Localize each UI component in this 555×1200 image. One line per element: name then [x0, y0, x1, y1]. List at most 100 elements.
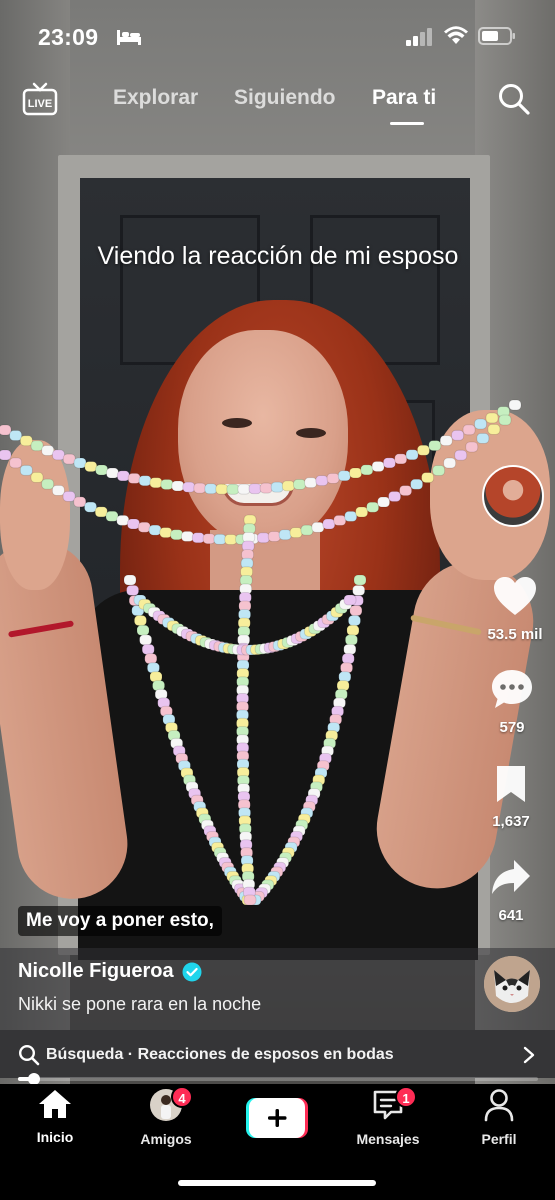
candy-bead	[270, 481, 284, 493]
candy-bead	[322, 518, 336, 530]
candy-bead	[84, 501, 97, 513]
candy-bead	[141, 643, 155, 655]
comment-icon	[492, 670, 532, 708]
search-icon[interactable]	[497, 82, 531, 116]
creator-avatar[interactable]	[482, 465, 544, 527]
save-button[interactable]: 1,637	[471, 764, 551, 830]
candy-bead	[462, 424, 476, 436]
profile-icon	[484, 1089, 514, 1122]
candy-bead	[126, 584, 140, 596]
home-icon	[39, 1090, 71, 1118]
candy-bead	[454, 449, 468, 461]
candy-bead	[148, 524, 162, 536]
clock: 23:09	[38, 24, 99, 50]
candy-bead	[421, 472, 435, 483]
video-subtitle: Me voy a poner esto,	[18, 906, 222, 936]
candy-bead	[127, 473, 141, 484]
nav-mensajes[interactable]: Mensajes 1	[343, 1086, 433, 1147]
candy-bead	[73, 496, 87, 508]
candy-bead	[417, 444, 430, 456]
candy-bead	[213, 533, 227, 545]
comment-count: 579	[499, 719, 525, 736]
tab-explorar[interactable]: Explorar	[113, 86, 198, 110]
wifi-icon	[444, 26, 468, 44]
candy-bead	[0, 424, 12, 436]
candy-bead	[191, 532, 205, 544]
nav-amigos[interactable]: Amigos 4	[121, 1086, 211, 1147]
candy-bead	[300, 524, 314, 536]
candy-bead	[224, 534, 238, 545]
video-caption: Viendo la reacción de mi esposo	[97, 242, 459, 270]
candy-bead	[487, 423, 501, 435]
candy-bead	[465, 441, 479, 453]
sound-avatar[interactable]	[484, 956, 540, 1012]
share-icon	[492, 860, 530, 894]
username[interactable]: Nicolle Figueroa	[18, 960, 174, 983]
candy-bead	[0, 449, 12, 461]
candy-bead	[144, 653, 158, 665]
nav-perfil-label: Perfil	[481, 1131, 517, 1147]
candy-bead	[344, 510, 358, 522]
candy-bead	[181, 531, 194, 542]
candy-bead	[337, 470, 351, 482]
status-bar: 23:09	[0, 0, 555, 70]
candy-bead	[138, 475, 152, 487]
candy-bead	[388, 491, 402, 502]
post-info: Nicolle Figueroa Nikki se pone rara en l…	[0, 948, 555, 1030]
candy-bead	[377, 496, 391, 508]
friends-badge: 4	[171, 1086, 193, 1108]
bookmark-icon	[497, 766, 525, 802]
candy-bead	[9, 430, 23, 441]
tab-para-ti[interactable]: Para ti	[372, 86, 436, 110]
candy-bead	[349, 467, 362, 479]
candy-bead	[410, 478, 424, 490]
candy-bead	[289, 527, 303, 539]
tab-siguiendo[interactable]: Siguiendo	[234, 86, 336, 110]
candy-bead	[259, 482, 273, 494]
candy-bead	[366, 501, 380, 513]
candy-bead	[243, 894, 257, 906]
candy-bead	[360, 464, 374, 476]
save-count: 1,637	[492, 813, 530, 830]
nav-inicio[interactable]: Inicio	[10, 1088, 100, 1145]
candy-bead	[348, 615, 361, 626]
candy-bead	[170, 529, 184, 541]
candy-bead	[278, 529, 292, 541]
candy-bead	[95, 464, 109, 476]
candy-bead	[41, 478, 55, 490]
candy-bead	[383, 457, 396, 469]
signal-icon	[406, 28, 432, 46]
comment-button[interactable]: 579	[472, 668, 552, 736]
live-icon[interactable]: LIVE	[22, 82, 58, 116]
candy-bead	[443, 457, 457, 469]
candy-bead	[343, 594, 357, 606]
like-button[interactable]: 53.5 mil	[475, 575, 555, 643]
nav-perfil[interactable]: Perfil	[454, 1088, 544, 1147]
home-indicator	[178, 1180, 376, 1186]
candy-bead	[52, 449, 65, 461]
nav-inicio-label: Inicio	[36, 1129, 74, 1145]
add-icon[interactable]	[246, 1098, 308, 1140]
candy-bead	[474, 418, 487, 430]
candy-bead	[371, 461, 385, 472]
candy-bead	[106, 467, 119, 479]
candy-bead	[62, 453, 76, 465]
video-progress-bar[interactable]	[18, 1073, 538, 1085]
candy-bead	[171, 480, 185, 492]
candy-bead	[123, 574, 137, 586]
candy-bead	[355, 506, 369, 518]
top-nav: LIVE Explorar Siguiendo Para ti	[0, 78, 555, 126]
related-search-label: Búsqueda · Reacciones de esposos en boda…	[46, 1046, 394, 1063]
candy-bead	[193, 482, 207, 494]
candy-bead	[428, 440, 442, 451]
candy-bead	[333, 515, 347, 526]
candy-bead	[237, 483, 251, 495]
candy-bead	[116, 514, 130, 526]
share-button[interactable]: 641	[471, 858, 551, 924]
candy-bead	[159, 527, 173, 538]
candy-bead	[346, 624, 360, 636]
candy-bead	[30, 472, 44, 483]
nav-amigos-label: Amigos	[140, 1131, 192, 1147]
heart-icon	[494, 577, 536, 615]
related-search-bar[interactable]: Búsqueda · Reacciones de esposos en boda…	[0, 1030, 555, 1078]
